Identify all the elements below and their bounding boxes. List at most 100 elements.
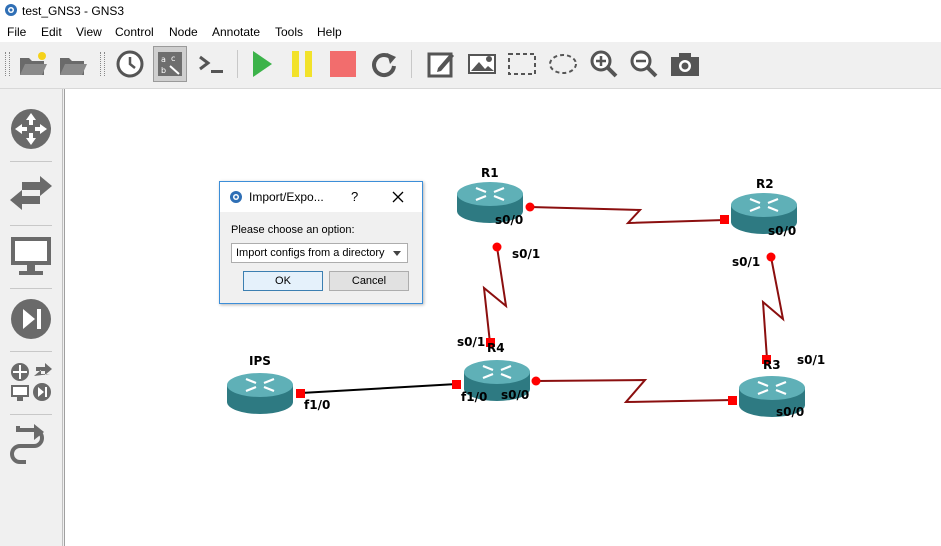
node-label-r1[interactable]: R1 [481,166,499,180]
title-bar: test_GNS3 - GNS3 [0,0,941,22]
interface-label: s0/1 [457,335,486,349]
node-label-r2[interactable]: R2 [756,177,774,191]
ok-button[interactable]: OK [243,271,323,291]
draw-rectangle-button[interactable] [505,46,539,82]
chevron-down-icon [393,251,401,256]
interface-label: s0/0 [768,224,797,238]
interface-label: s0/1 [732,255,761,269]
reload-all-icon [372,53,396,78]
start-all-button[interactable] [244,46,278,82]
node-label-r3[interactable]: R3 [763,358,781,372]
dock-separator [10,161,52,162]
svg-text:a: a [161,55,166,64]
toolbar-separator [411,50,412,78]
link-r4-r3[interactable] [535,378,734,404]
add-note-button[interactable] [424,46,458,82]
svg-text:c: c [171,54,175,63]
port-status-r4-f10 [452,380,461,389]
window-title: test_GNS3 - GNS3 [22,4,125,18]
zoom-in-icon [590,50,618,78]
routers-button[interactable] [6,103,56,155]
draw-rectangle-icon [508,53,536,75]
insert-image-icon [468,54,496,74]
menu-view[interactable]: View [76,25,102,39]
screenshot-button[interactable] [668,46,702,82]
snapshot-clock-icon [116,50,144,78]
dialog-title-bar[interactable]: Import/Expo... ? [220,182,422,212]
close-icon[interactable] [392,191,404,203]
gns3-logo-icon [5,4,17,16]
menu-control[interactable]: Control [115,25,154,39]
port-status-r1-s01 [492,242,502,252]
console-all-button[interactable] [195,46,229,82]
interface-label: s0/0 [501,388,530,402]
start-all-icon [253,51,272,77]
toolbar-grip[interactable] [100,52,105,76]
option-select[interactable]: Import configs from a directory [231,243,408,263]
cancel-button[interactable]: Cancel [329,271,409,291]
stop-all-button[interactable] [326,46,360,82]
add-link-button[interactable] [6,419,56,471]
node-label-ips[interactable]: IPS [249,354,271,368]
menu-node[interactable]: Node [169,25,198,39]
switches-icon [10,176,52,210]
suspend-all-icon [292,51,312,77]
dock-separator [10,225,52,226]
link-r1-r4[interactable] [482,246,508,344]
topology-links [227,182,805,417]
zoom-in-button[interactable] [587,46,621,82]
dialog-title: Import/Expo... [249,190,324,204]
help-button[interactable]: ? [351,189,358,204]
draw-ellipse-button[interactable] [546,46,580,82]
snapshot-button[interactable] [113,46,147,82]
end-devices-button[interactable] [6,230,56,282]
show-interface-labels-icon: a c b [158,52,182,76]
port-status-r4-s00 [531,376,541,386]
insert-image-button[interactable] [465,46,499,82]
gns3-logo-icon [230,191,242,203]
end-devices-icon [11,237,51,275]
router-ips[interactable] [227,373,293,414]
zoom-out-icon [630,50,658,78]
zoom-out-button[interactable] [627,46,661,82]
interface-label: f1/0 [304,398,331,412]
link-r2-r3[interactable] [761,256,785,360]
security-devices-button[interactable] [6,293,56,345]
open-project-button[interactable] [16,46,50,82]
switches-button[interactable] [6,167,56,219]
all-devices-button[interactable] [6,356,56,408]
link-r1-r2[interactable] [529,206,726,225]
port-status-r2-s00 [720,215,729,224]
dock-separator [10,288,52,289]
open-project-icon [20,52,47,75]
topology-canvas[interactable]: R1 R2 R3 R4 IPS s0/0 s0/1 s0/0 s0/1 s0/1… [64,89,941,546]
menu-annotate[interactable]: Annotate [212,25,260,39]
open-folder-icon [60,58,87,75]
link-ips-r4[interactable] [300,383,458,394]
menu-tools[interactable]: Tools [275,25,303,39]
dialog-prompt: Please choose an option: [231,224,355,236]
toolbar-grip[interactable] [5,52,10,76]
add-link-icon [10,424,44,464]
port-status-ips-f10 [296,389,305,398]
routers-icon [11,109,51,149]
menu-edit[interactable]: Edit [41,25,62,39]
security-devices-icon [11,299,51,339]
suspend-all-button[interactable] [285,46,319,82]
node-label-r4[interactable]: R4 [487,341,505,355]
interface-label: s0/0 [495,213,524,227]
menu-help[interactable]: Help [317,25,342,39]
option-select-value: Import configs from a directory [236,247,385,259]
menu-file[interactable]: File [7,25,26,39]
svg-text:b: b [161,66,166,75]
main-toolbar: a c b [0,42,941,89]
stop-all-icon [330,51,356,77]
dock-separator [10,414,52,415]
reload-all-button[interactable] [367,46,401,82]
show-interface-labels-button[interactable]: a c b [153,46,187,82]
all-devices-icon [11,363,52,401]
menu-bar: File Edit View Control Node Annotate Too… [0,22,941,42]
interface-label: s0/0 [776,405,805,419]
interface-label: f1/0 [461,390,488,404]
open-folder-button[interactable] [56,46,90,82]
